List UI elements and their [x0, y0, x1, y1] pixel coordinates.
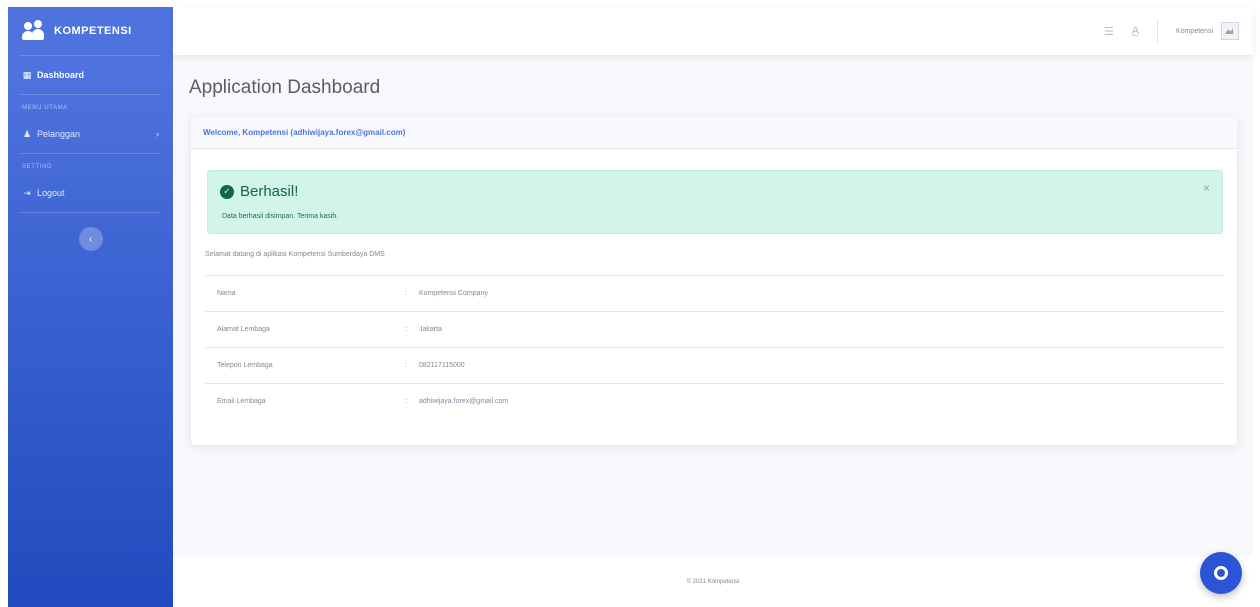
row-colon: :: [405, 326, 407, 333]
row-value: adhiwijaya.forex@gmail.com: [419, 398, 509, 406]
app-frame: KOMPETENSI ▦ Dashboard Menu Utama ♟ Pela…: [8, 7, 1253, 607]
chevron-left-icon: ‹: [88, 233, 93, 245]
user-menu[interactable]: Kompetensi: [1176, 22, 1239, 40]
avatar: [1221, 22, 1239, 40]
logout-icon: ⇥: [23, 187, 31, 198]
sidebar-divider: [20, 212, 161, 213]
users-logo-icon: [22, 20, 44, 42]
table-row: Email Lembaga : adhiwijaya.forex@gmail.c…: [205, 383, 1223, 420]
sidebar-item-label: Pelanggan: [37, 129, 81, 139]
sidebar-item-label: Logout: [37, 188, 65, 198]
chevron-right-icon: ›: [156, 129, 159, 139]
row-colon: :: [405, 398, 407, 406]
sidebar-toggle-button[interactable]: ‹: [78, 227, 103, 251]
row-colon: :: [405, 362, 407, 369]
alert-title: ✓ Berhasil!: [220, 183, 298, 200]
main-content: Application Dashboard Welcome, Kompetens…: [173, 55, 1253, 557]
user-icon: ♟: [22, 128, 32, 139]
dashboard-card: Welcome, Kompetensi (adhiwijaya.forex@gm…: [191, 117, 1237, 445]
row-colon: :: [405, 290, 407, 297]
sidebar-item-logout[interactable]: ⇥ Logout: [8, 174, 173, 212]
success-alert: ✓ Berhasil! Data berhasil disimpan. Teri…: [207, 170, 1223, 234]
page-title: Application Dashboard: [189, 77, 381, 98]
check-circle-icon: ✓: [220, 184, 234, 199]
row-key: Telepon Lembaga: [217, 362, 273, 369]
alert-title-text: Berhasil!: [240, 183, 299, 200]
card-header: Welcome, Kompetensi (adhiwijaya.forex@gm…: [191, 117, 1237, 149]
topbar: ☰ A̲ Kompetensi: [173, 7, 1253, 55]
row-key: Email Lembaga: [217, 398, 266, 406]
menu-icon[interactable]: ☰: [1104, 25, 1114, 38]
close-icon[interactable]: ×: [1203, 181, 1210, 195]
row-value: Kompetensi Company: [419, 290, 488, 297]
user-name: Kompetensi: [1176, 27, 1213, 35]
sidebar-item-label: Dashboard: [37, 70, 85, 80]
translate-icon[interactable]: A̲: [1132, 25, 1139, 37]
table-row: Nama : Kompetensi Company: [205, 275, 1223, 312]
footer-copyright: © 2021 Kompetensi: [686, 579, 740, 585]
sidebar-item-dashboard[interactable]: ▦ Dashboard: [8, 56, 173, 94]
brand-name: KOMPETENSI: [54, 25, 132, 37]
chat-icon: [1214, 566, 1228, 580]
welcome-text: Selamat datang di aplikasi Kompetensi Su…: [205, 251, 385, 258]
topbar-divider: [1157, 19, 1159, 43]
sidebar: KOMPETENSI ▦ Dashboard Menu Utama ♟ Pela…: [8, 7, 173, 607]
chat-button[interactable]: [1200, 552, 1242, 594]
sidebar-brand[interactable]: KOMPETENSI: [8, 7, 173, 55]
row-key: Nama: [217, 290, 236, 297]
row-key: Alamat Lembaga: [217, 326, 270, 333]
row-value: Jakarta: [419, 326, 442, 333]
alert-message: Data berhasil disimpan. Terima kasih.: [222, 213, 339, 220]
sidebar-heading-main: Menu Utama: [22, 105, 68, 111]
sidebar-heading-setting: Setting: [22, 164, 53, 170]
table-row: Alamat Lembaga : Jakarta: [205, 311, 1223, 348]
sidebar-item-pelanggan[interactable]: ♟ Pelanggan ›: [8, 115, 173, 153]
row-value: 082117115000: [419, 362, 465, 369]
table-row: Telepon Lembaga : 082117115000: [205, 347, 1223, 384]
info-table: Nama : Kompetensi Company Alamat Lembaga…: [205, 275, 1223, 420]
dashboard-icon: ▦: [22, 69, 32, 80]
footer: © 2021 Kompetensi: [173, 557, 1253, 607]
